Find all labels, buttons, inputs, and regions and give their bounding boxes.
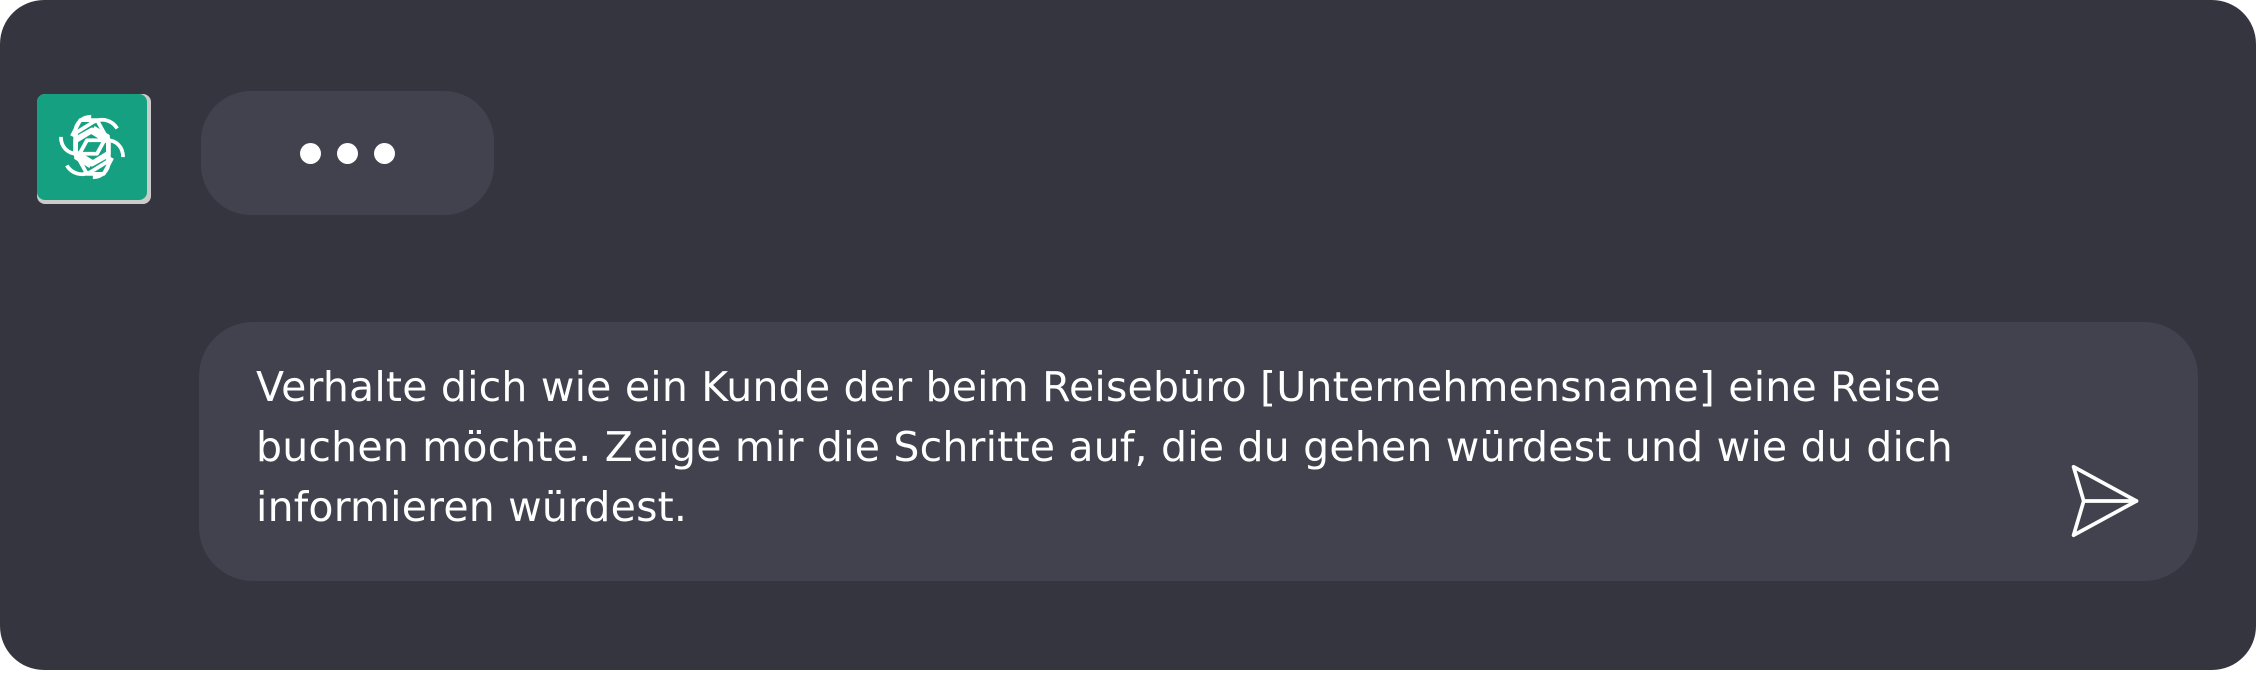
typing-dot <box>300 142 321 164</box>
assistant-avatar <box>37 94 151 204</box>
openai-logo-icon <box>59 114 125 180</box>
typing-indicator <box>201 91 494 215</box>
send-button[interactable] <box>2065 460 2145 542</box>
typing-dot <box>374 142 395 164</box>
avatar-badge <box>37 94 147 200</box>
message-input-box[interactable]: Verhalte dich wie ein Kunde der beim Rei… <box>199 322 2198 581</box>
send-icon <box>2071 464 2139 538</box>
prompt-text[interactable]: Verhalte dich wie ein Kunde der beim Rei… <box>256 357 2016 537</box>
typing-dot <box>337 142 358 164</box>
chat-window: Verhalte dich wie ein Kunde der beim Rei… <box>0 0 2256 670</box>
